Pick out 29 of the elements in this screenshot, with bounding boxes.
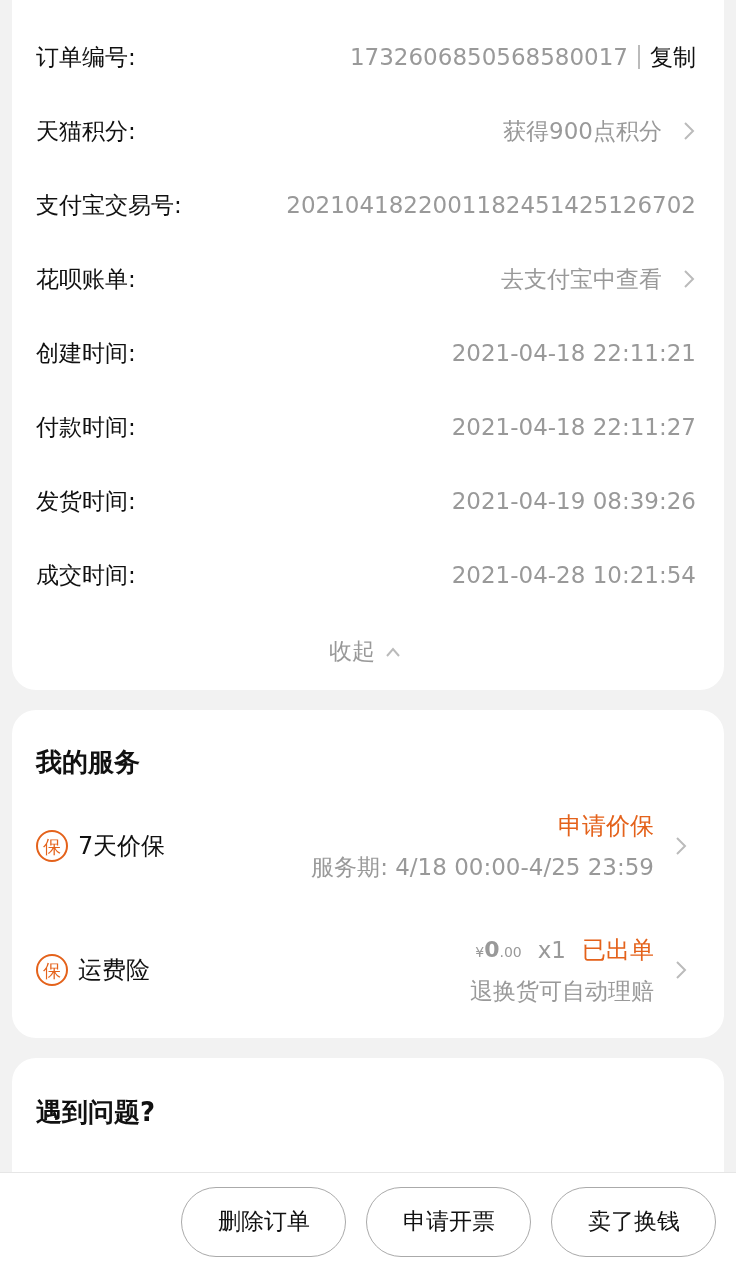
field-label: 付款时间: xyxy=(36,412,136,442)
status-text: 已出单 xyxy=(582,934,654,966)
action-button[interactable]: 卖了换钱 xyxy=(551,1186,716,1257)
service-detail: 服务期: 4/18 00:00-4/25 23:59 xyxy=(311,852,654,882)
action-button[interactable]: 删除订单 xyxy=(181,1186,346,1257)
service-name: 运费险 xyxy=(78,955,150,986)
field-label: 订单编号: xyxy=(36,42,136,72)
action-button[interactable]: 申请开票 xyxy=(366,1186,531,1257)
field-label: 创建时间: xyxy=(36,338,136,368)
service-detail: 退换货可自动理赔 xyxy=(470,976,654,1006)
field-label: 支付宝交易号: xyxy=(36,190,182,220)
field-label: 天猫积分: xyxy=(36,116,136,146)
section-title: 我的服务 xyxy=(36,746,141,779)
field-value: 2021-04-28 10:21:54 xyxy=(451,560,696,590)
field-value: 1732606850568580017 xyxy=(349,42,628,72)
quantity-text: x1 xyxy=(537,935,566,965)
field-value: 2021041822001182451425126702 xyxy=(286,190,696,220)
section-title: 遇到问题? xyxy=(36,1096,157,1129)
guarantee-badge: 保 xyxy=(36,830,68,862)
field-label: 花呗账单: xyxy=(36,264,136,294)
field-label: 成交时间: xyxy=(36,560,136,590)
field-value: 2021-04-18 22:11:21 xyxy=(451,338,696,368)
service-name: 7天价保 xyxy=(78,831,166,862)
field-label: 发货时间: xyxy=(36,486,136,516)
price-text: ¥0.00 xyxy=(475,936,522,965)
field-value: 2021-04-18 22:11:27 xyxy=(451,412,696,442)
guarantee-badge: 保 xyxy=(36,954,68,986)
field-value: 2021-04-19 08:39:26 xyxy=(451,486,696,516)
copy-button[interactable]: 复制 xyxy=(650,39,696,75)
